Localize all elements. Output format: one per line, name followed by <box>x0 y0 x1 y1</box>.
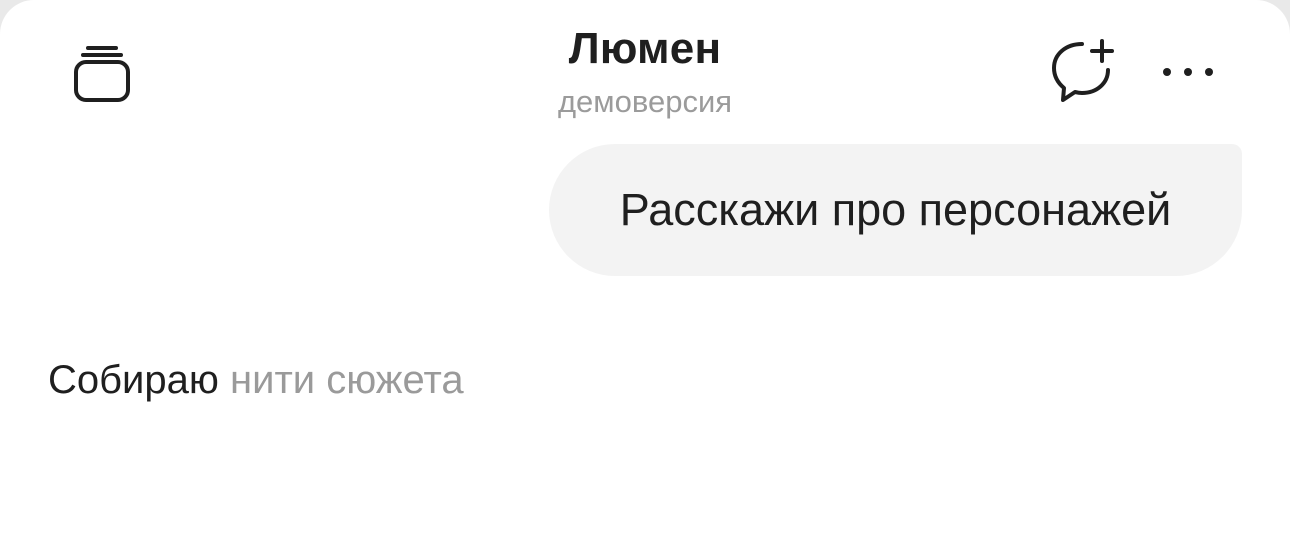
more-options-button[interactable] <box>1152 44 1224 100</box>
chat-bubble-plus-icon <box>1052 39 1114 102</box>
user-message-bubble: Расскажи про персонажей <box>549 144 1242 276</box>
assistant-status: Собираю нити сюжета <box>48 358 464 403</box>
more-horizontal-icon <box>1163 68 1213 76</box>
new-chat-button[interactable] <box>1040 36 1120 108</box>
status-secondary-text: нити сюжета <box>230 358 464 402</box>
status-primary-text: Собираю <box>48 358 219 402</box>
user-message-text: Расскажи про персонажей <box>619 184 1172 235</box>
chat-screen: Люмен демоверсия Расскажи про персонажей… <box>0 0 1290 539</box>
